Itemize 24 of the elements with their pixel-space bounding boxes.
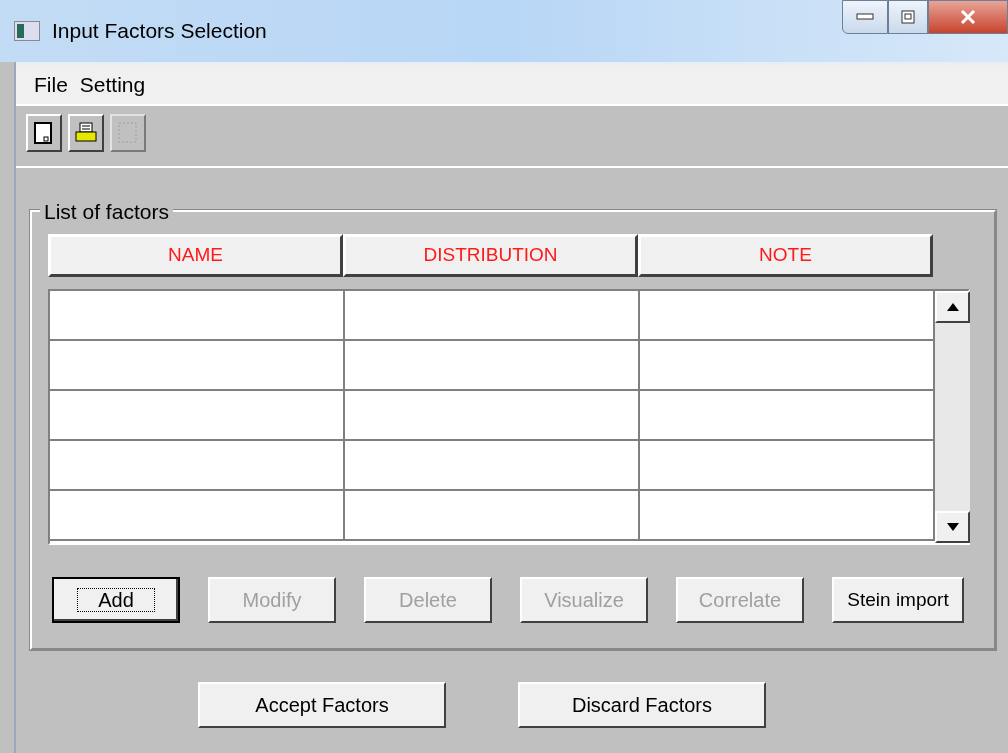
close-button[interactable] [928, 0, 1008, 34]
scrollbar[interactable] [935, 291, 970, 543]
action-button[interactable]: Add [52, 577, 180, 623]
minimize-button[interactable] [842, 0, 888, 34]
column-header[interactable]: NOTE [638, 234, 933, 277]
close-icon [960, 10, 976, 24]
selection-icon [116, 121, 140, 145]
maximize-icon [901, 10, 915, 24]
dialog-button[interactable]: Accept Factors [198, 682, 446, 728]
maximize-button[interactable] [888, 0, 928, 34]
column-header[interactable]: NAME [48, 234, 343, 277]
window-title: Input Factors Selection [52, 18, 267, 45]
menu-item[interactable]: Setting [79, 68, 146, 101]
toolbar-button[interactable] [68, 114, 104, 152]
app-icon [14, 21, 40, 41]
scroll-down-icon[interactable] [935, 511, 970, 543]
printer-icon [74, 121, 98, 145]
minimize-icon [856, 13, 874, 21]
scroll-up-icon[interactable] [935, 291, 970, 323]
column-header[interactable]: DISTRIBUTION [343, 234, 638, 277]
menu-item[interactable]: File [34, 68, 68, 101]
toolbar-button[interactable] [26, 114, 62, 152]
dialog-button[interactable]: Discard Factors [518, 682, 766, 728]
action-button[interactable]: Stein import [832, 577, 964, 623]
